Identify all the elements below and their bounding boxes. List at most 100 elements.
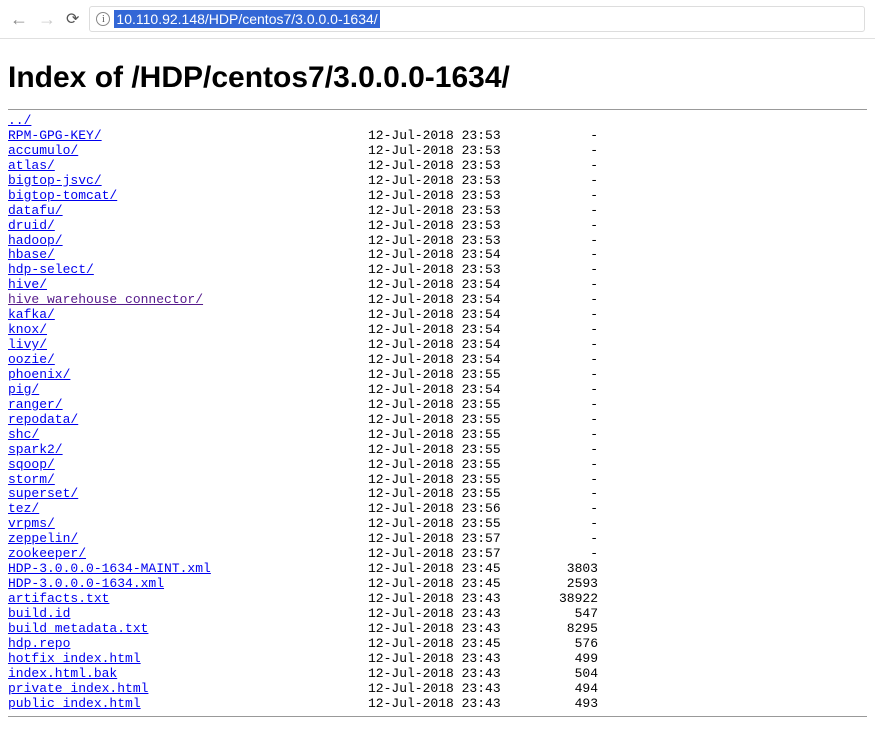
listing-link[interactable]: vrpms/ — [8, 516, 55, 531]
listing-link[interactable]: livy/ — [8, 337, 47, 352]
listing-date: 12-Jul-2018 23:55 — [368, 413, 538, 428]
url-text: 10.110.92.148/HDP/centos7/3.0.0.0-1634/ — [114, 10, 379, 28]
listing-link[interactable]: zeppelin/ — [8, 531, 78, 546]
listing-link[interactable]: druid/ — [8, 218, 55, 233]
listing-size: - — [538, 473, 598, 488]
listing-link[interactable]: bigtop-tomcat/ — [8, 188, 117, 203]
listing-date: 12-Jul-2018 23:53 — [368, 204, 538, 219]
listing-size: - — [538, 428, 598, 443]
listing-date: 12-Jul-2018 23:54 — [368, 308, 538, 323]
listing-size: - — [538, 219, 598, 234]
listing-date: 12-Jul-2018 23:53 — [368, 144, 538, 159]
listing-link[interactable]: hdp.repo — [8, 636, 70, 651]
listing-date: 12-Jul-2018 23:43 — [368, 622, 538, 637]
listing-date: 12-Jul-2018 23:43 — [368, 667, 538, 682]
listing-size: - — [538, 308, 598, 323]
listing-link[interactable]: build_metadata.txt — [8, 621, 148, 636]
listing-link[interactable]: superset/ — [8, 486, 78, 501]
listing-size: - — [538, 443, 598, 458]
listing-link[interactable]: hotfix_index.html — [8, 651, 141, 666]
listing-size: - — [538, 189, 598, 204]
listing-link[interactable]: datafu/ — [8, 203, 63, 218]
listing-size: - — [538, 398, 598, 413]
listing-link[interactable]: build.id — [8, 606, 70, 621]
back-button[interactable]: ← — [10, 9, 28, 30]
listing-link[interactable]: knox/ — [8, 322, 47, 337]
listing-date: 12-Jul-2018 23:54 — [368, 323, 538, 338]
listing-size: - — [538, 458, 598, 473]
listing-link[interactable]: artifacts.txt — [8, 591, 109, 606]
listing-link[interactable]: atlas/ — [8, 158, 55, 173]
listing-date: 12-Jul-2018 23:55 — [368, 443, 538, 458]
listing-link[interactable]: oozie/ — [8, 352, 55, 367]
listing-link[interactable]: shc/ — [8, 427, 39, 442]
listing-link[interactable]: pig/ — [8, 382, 39, 397]
listing-link[interactable]: private_index.html — [8, 681, 148, 696]
listing-size: - — [538, 278, 598, 293]
listing-date: 12-Jul-2018 23:53 — [368, 159, 538, 174]
listing-date: 12-Jul-2018 23:45 — [368, 637, 538, 652]
listing-size: 493 — [538, 697, 598, 712]
listing-size: - — [538, 547, 598, 562]
listing-date: 12-Jul-2018 23:43 — [368, 697, 538, 712]
listing-date: 12-Jul-2018 23:55 — [368, 473, 538, 488]
listing-size: - — [538, 293, 598, 308]
listing-date: 12-Jul-2018 23:45 — [368, 577, 538, 592]
listing-link[interactable]: tez/ — [8, 501, 39, 516]
listing-link[interactable]: hive/ — [8, 277, 47, 292]
listing-link[interactable]: storm/ — [8, 472, 55, 487]
listing-link[interactable]: hadoop/ — [8, 233, 63, 248]
listing-link[interactable]: sqoop/ — [8, 457, 55, 472]
listing-date: 12-Jul-2018 23:53 — [368, 174, 538, 189]
listing-date: 12-Jul-2018 23:55 — [368, 398, 538, 413]
page-content: Index of /HDP/centos7/3.0.0.0-1634/ ../ … — [0, 39, 875, 729]
listing-date: 12-Jul-2018 23:57 — [368, 547, 538, 562]
listing-link[interactable]: ranger/ — [8, 397, 63, 412]
listing-size: 576 — [538, 637, 598, 652]
listing-link[interactable]: public_index.html — [8, 696, 141, 711]
listing-link[interactable]: phoenix/ — [8, 367, 70, 382]
info-icon[interactable]: i — [96, 12, 110, 26]
listing-date: 12-Jul-2018 23:43 — [368, 652, 538, 667]
listing-size: 504 — [538, 667, 598, 682]
listing-size: - — [538, 368, 598, 383]
listing-size: 547 — [538, 607, 598, 622]
listing-size: - — [538, 338, 598, 353]
listing-size: - — [538, 413, 598, 428]
listing-link[interactable]: RPM-GPG-KEY/ — [8, 128, 102, 143]
listing-link[interactable]: index.html.bak — [8, 666, 117, 681]
listing-link[interactable]: hdp-select/ — [8, 262, 94, 277]
listing-size: - — [538, 129, 598, 144]
listing-link[interactable]: zookeeper/ — [8, 546, 86, 561]
listing-date: 12-Jul-2018 23:54 — [368, 293, 538, 308]
listing-link[interactable]: HDP-3.0.0.0-1634-MAINT.xml — [8, 561, 211, 576]
forward-button[interactable]: → — [38, 9, 56, 30]
listing-link[interactable]: hive_warehouse_connector/ — [8, 292, 203, 307]
listing-link[interactable]: repodata/ — [8, 412, 78, 427]
listing-link[interactable]: HDP-3.0.0.0-1634.xml — [8, 576, 164, 591]
listing-size: - — [538, 532, 598, 547]
listing-link[interactable]: spark2/ — [8, 442, 63, 457]
listing-link[interactable]: bigtop-jsvc/ — [8, 173, 102, 188]
listing-size: - — [538, 487, 598, 502]
listing-link[interactable]: accumulo/ — [8, 143, 78, 158]
parent-dir-link[interactable]: ../ — [8, 113, 31, 128]
listing-size: - — [538, 323, 598, 338]
directory-listing: ../ RPM-GPG-KEY/12-Jul-2018 23:53- accum… — [8, 114, 867, 712]
divider-top — [8, 109, 867, 110]
listing-date: 12-Jul-2018 23:53 — [368, 263, 538, 278]
listing-size: - — [538, 174, 598, 189]
listing-size: - — [538, 204, 598, 219]
listing-link[interactable]: hbase/ — [8, 247, 55, 262]
divider-bottom — [8, 716, 867, 717]
address-bar[interactable]: i 10.110.92.148/HDP/centos7/3.0.0.0-1634… — [89, 6, 865, 32]
listing-size: - — [538, 144, 598, 159]
listing-date: 12-Jul-2018 23:54 — [368, 338, 538, 353]
listing-link[interactable]: kafka/ — [8, 307, 55, 322]
listing-date: 12-Jul-2018 23:53 — [368, 234, 538, 249]
listing-date: 12-Jul-2018 23:55 — [368, 517, 538, 532]
listing-size: 8295 — [538, 622, 598, 637]
listing-date: 12-Jul-2018 23:57 — [368, 532, 538, 547]
listing-date: 12-Jul-2018 23:53 — [368, 219, 538, 234]
reload-button[interactable]: ⟳ — [66, 9, 79, 29]
